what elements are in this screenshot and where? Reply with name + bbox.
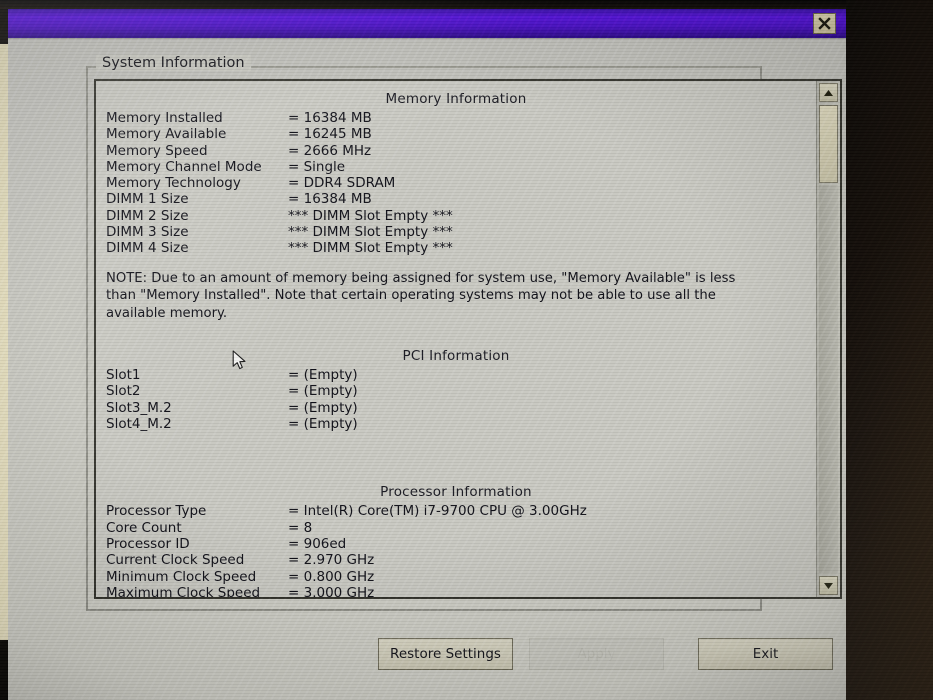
- info-row-dimm2-size: DIMM 2 Size *** DIMM Slot Empty ***: [106, 208, 806, 224]
- window-body: System Information Memory Information Me…: [8, 39, 846, 700]
- info-row-processor-id: Processor ID = 906ed: [106, 536, 806, 552]
- row-key: Memory Available: [106, 126, 227, 143]
- info-row-memory-installed: Memory Installed = 16384 MB: [106, 110, 806, 126]
- row-key: Maximum Clock Speed: [106, 584, 261, 597]
- row-value: = 0.800 GHz: [288, 568, 375, 585]
- restore-settings-button[interactable]: Restore Settings: [378, 638, 513, 670]
- row-key: Processor ID: [106, 535, 190, 552]
- info-row-slot3-m2: Slot3_M.2 = (Empty): [106, 400, 806, 416]
- row-key: Slot4_M.2: [106, 416, 172, 433]
- row-key: Core Count: [106, 519, 182, 536]
- memory-note-text: NOTE: Due to an amount of memory being a…: [106, 270, 736, 321]
- memory-section-heading: Memory Information: [385, 91, 527, 107]
- row-key: Processor Type: [106, 503, 207, 520]
- info-row-dimm1-size: DIMM 1 Size = 16384 MB: [106, 191, 806, 207]
- row-key: DIMM 3 Size: [106, 224, 189, 241]
- row-key: Current Clock Speed: [106, 552, 245, 569]
- row-value: = 16384 MB: [288, 110, 372, 126]
- groupbox-legend: System Information: [96, 55, 251, 71]
- row-value: *** DIMM Slot Empty ***: [288, 224, 453, 241]
- info-row-dimm4-size: DIMM 4 Size *** DIMM Slot Empty ***: [106, 240, 806, 256]
- exit-button[interactable]: Exit: [698, 638, 833, 670]
- row-value: = 16384 MB: [288, 191, 372, 208]
- row-value: = (Empty): [288, 399, 358, 416]
- row-value: = DDR4 SDRAM: [288, 175, 396, 192]
- row-value: = 8: [288, 519, 313, 536]
- row-value: = (Empty): [288, 416, 358, 433]
- info-row-core-count: Core Count = 8: [106, 520, 806, 536]
- row-value: = 16245 MB: [288, 126, 372, 143]
- row-key: DIMM 1 Size: [106, 191, 189, 208]
- monitor-bezel-top: [0, 0, 846, 9]
- row-value: = 3.000 GHz: [288, 584, 375, 597]
- scroll-up-arrow-icon: [824, 89, 833, 96]
- row-value: = 2666 MHz: [288, 142, 372, 159]
- row-key: Slot3_M.2: [106, 399, 172, 416]
- scrollbar-thumb[interactable]: [819, 105, 838, 183]
- scrollable-info-frame: Memory Information Memory Installed = 16…: [94, 79, 842, 599]
- monitor-bezel-right: [846, 0, 933, 700]
- photographed-screen-scene: System Information Memory Information Me…: [0, 0, 933, 700]
- window-titlebar: [8, 9, 846, 39]
- apply-button: Apply: [529, 638, 664, 670]
- row-value: = 2.970 GHz: [288, 552, 375, 569]
- scroll-down-button[interactable]: [819, 576, 838, 595]
- info-row-maximum-clock-speed: Maximum Clock Speed = 3.000 GHz: [106, 585, 806, 597]
- row-value: = (Empty): [288, 367, 358, 384]
- row-key: Minimum Clock Speed: [106, 568, 257, 585]
- row-key: Slot2: [106, 383, 141, 400]
- info-row-memory-technology: Memory Technology = DDR4 SDRAM: [106, 175, 806, 191]
- row-key: DIMM 4 Size: [106, 240, 189, 257]
- info-row-slot4-m2: Slot4_M.2 = (Empty): [106, 416, 806, 432]
- info-row-processor-type: Processor Type = Intel(R) Core(TM) i7-97…: [106, 503, 806, 519]
- row-value: *** DIMM Slot Empty ***: [288, 207, 453, 224]
- close-x-icon: [818, 17, 831, 30]
- system-information-window: System Information Memory Information Me…: [8, 9, 846, 700]
- close-button[interactable]: [813, 13, 836, 34]
- info-row-slot2: Slot2 = (Empty): [106, 383, 806, 399]
- info-row-memory-speed: Memory Speed = 2666 MHz: [106, 143, 806, 159]
- processor-section-heading: Processor Information: [380, 484, 532, 501]
- info-row-memory-available: Memory Available = 16245 MB: [106, 126, 806, 142]
- system-info-content: Memory Information Memory Installed = 16…: [96, 81, 816, 597]
- scroll-up-button[interactable]: [819, 83, 838, 102]
- row-key: DIMM 2 Size: [106, 207, 189, 224]
- row-key: Memory Speed: [106, 142, 208, 159]
- dialog-footer: Restore Settings Apply Exit: [8, 616, 846, 700]
- info-row-slot1: Slot1 = (Empty): [106, 367, 806, 383]
- row-key: Memory Channel Mode: [106, 158, 262, 175]
- row-value: = Intel(R) Core(TM) i7-9700 CPU @ 3.00GH…: [288, 503, 587, 520]
- pci-section-heading: PCI Information: [402, 348, 510, 365]
- mouse-pointer-icon: [232, 350, 246, 370]
- scroll-down-arrow-icon: [824, 582, 833, 589]
- row-key: Slot1: [106, 367, 141, 384]
- info-row-current-clock-speed: Current Clock Speed = 2.970 GHz: [106, 552, 806, 568]
- row-key: Memory Installed: [106, 110, 223, 126]
- info-row-minimum-clock-speed: Minimum Clock Speed = 0.800 GHz: [106, 569, 806, 585]
- vertical-scrollbar[interactable]: [816, 81, 840, 597]
- row-value: = 906ed: [288, 535, 347, 552]
- row-value: = (Empty): [288, 383, 358, 400]
- info-row-dimm3-size: DIMM 3 Size *** DIMM Slot Empty ***: [106, 224, 806, 240]
- row-value: *** DIMM Slot Empty ***: [288, 240, 453, 257]
- row-key: Memory Technology: [106, 175, 241, 192]
- row-value: = Single: [288, 158, 346, 175]
- info-row-memory-channel-mode: Memory Channel Mode = Single: [106, 159, 806, 175]
- scrollbar-track[interactable]: [819, 185, 838, 573]
